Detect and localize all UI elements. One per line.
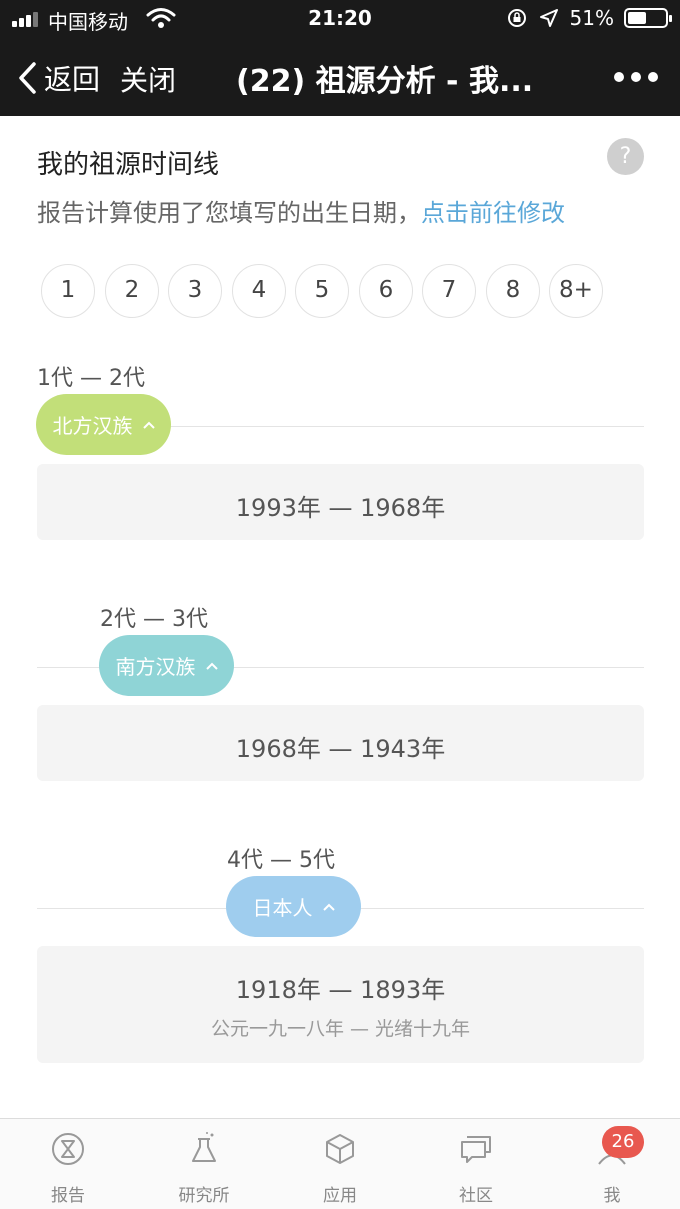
tab-label: 我	[603, 1186, 621, 1206]
tab-community[interactable]: 社区	[408, 1119, 544, 1209]
status-bar: 中国移动 21:20 51%	[0, 0, 680, 38]
flask-icon	[192, 1132, 216, 1162]
tab-label: 研究所	[178, 1186, 230, 1206]
generation-button[interactable]: 7	[422, 264, 476, 318]
subtitle: 报告计算使用了您填写的出生日期，点击前往修改	[37, 193, 565, 228]
chat-icon	[461, 1136, 491, 1163]
tab-label: 应用	[323, 1186, 357, 1206]
back-button[interactable]: 返回	[16, 58, 100, 98]
section-title: 我的祖源时间线	[37, 150, 220, 180]
generation-button[interactable]: 8+	[549, 264, 603, 318]
generation-button[interactable]: 5	[295, 264, 349, 318]
battery-icon	[624, 8, 672, 28]
ancestry-tag[interactable]: 南方汉族	[99, 635, 234, 696]
year-card: 1968年 — 1943年	[37, 705, 644, 781]
nav-bar: 返回 关闭 (22) 祖源分析 - 我...	[0, 38, 680, 116]
year-card: 1993年 — 1968年	[37, 464, 644, 540]
era-range: 公元一九一八年 — 光绪十九年	[210, 1018, 471, 1040]
ancestry-label: 南方汉族	[115, 655, 196, 679]
chevron-up-icon	[322, 903, 335, 911]
hourglass-icon	[52, 1133, 84, 1165]
tab-label: 报告	[51, 1186, 85, 1206]
help-icon[interactable]: ?	[607, 138, 644, 175]
tab-label: 社区	[459, 1186, 493, 1206]
chevron-up-icon	[205, 662, 218, 670]
subtitle-text: 报告计算使用了您填写的出生日期，	[37, 199, 421, 227]
generation-button[interactable]: 1	[41, 264, 95, 318]
year-range: 1993年 — 1968年	[235, 494, 446, 522]
generation-selector: 1 2 3 4 5 6 7 8 8+	[41, 264, 641, 318]
chevron-left-icon	[19, 62, 36, 94]
ancestry-tag[interactable]: 日本人	[226, 876, 361, 937]
generation-button[interactable]: 3	[168, 264, 222, 318]
chevron-up-icon	[142, 421, 155, 429]
year-range: 1968年 — 1943年	[235, 735, 446, 763]
generation-button[interactable]: 6	[359, 264, 413, 318]
tab-bar: 报告 研究所 应用 社区 我	[0, 1118, 680, 1209]
battery-percent: 51%	[569, 6, 614, 30]
ancestry-label: 北方汉族	[52, 414, 133, 438]
notification-badge: 26	[602, 1126, 644, 1158]
rotation-lock-icon	[507, 9, 526, 27]
ancestry-label: 日本人	[252, 896, 313, 920]
back-label: 返回	[44, 63, 101, 96]
cube-icon	[326, 1134, 354, 1164]
app-page: 中国移动 21:20 51% 返回 关闭 (22) 祖源分析 - 我... 我的…	[0, 0, 680, 1209]
tab-apps[interactable]: 应用	[272, 1119, 408, 1209]
generation-button[interactable]: 2	[105, 264, 159, 318]
generation-range: 1代 — 2代	[37, 366, 145, 391]
generation-button[interactable]: 4	[232, 264, 286, 318]
generation-range: 2代 — 3代	[100, 607, 208, 632]
year-range: 1918年 — 1893年	[235, 976, 446, 1004]
edit-birthdate-link[interactable]: 点击前往修改	[421, 199, 565, 227]
status-right: 51%	[506, 6, 672, 30]
generation-button[interactable]: 8	[486, 264, 540, 318]
tab-report[interactable]: 报告	[0, 1119, 136, 1209]
more-dots-icon[interactable]	[614, 72, 658, 82]
year-card: 1918年 — 1893年 公元一九一八年 — 光绪十九年	[37, 946, 644, 1063]
nav-title: (22) 祖源分析 - 我...	[236, 64, 534, 99]
ancestry-tag[interactable]: 北方汉族	[36, 394, 171, 455]
tab-lab[interactable]: 研究所	[136, 1119, 272, 1209]
generation-range: 4代 — 5代	[227, 848, 335, 873]
header: 中国移动 21:20 51% 返回 关闭 (22) 祖源分析 - 我...	[0, 0, 680, 116]
location-arrow-icon	[539, 9, 558, 27]
close-button[interactable]: 关闭	[120, 59, 176, 99]
